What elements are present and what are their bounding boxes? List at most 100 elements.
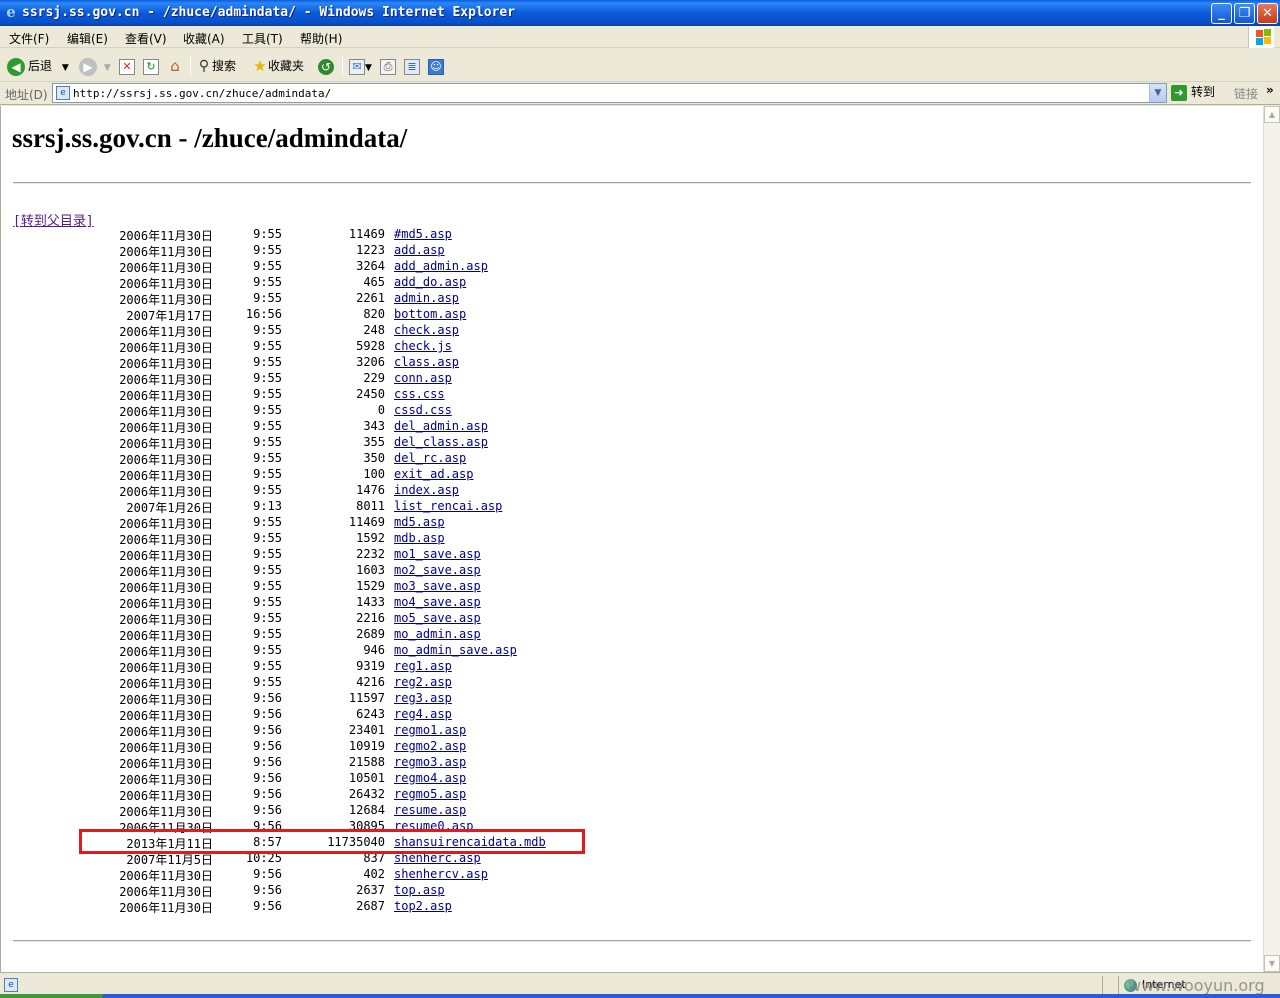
menu-tools[interactable]: 工具(T) (242, 30, 283, 47)
file-link[interactable]: top.asp (394, 883, 445, 897)
vertical-scrollbar[interactable]: ▲ ▼ (1263, 106, 1280, 972)
links-button[interactable]: 链接 (1234, 85, 1258, 102)
file-link[interactable]: admin.asp (394, 291, 459, 305)
file-link[interactable]: reg1.asp (394, 659, 452, 673)
refresh-button[interactable]: ↻ (143, 55, 159, 77)
file-link[interactable]: regmo3.asp (394, 755, 466, 769)
maximize-button[interactable]: ❐ (1234, 3, 1255, 24)
back-dropdown-icon[interactable]: ▼ (62, 63, 69, 73)
file-link[interactable]: del_class.asp (394, 435, 488, 449)
file-link[interactable]: md5.asp (394, 515, 445, 529)
file-date: 2006年11月30日 (119, 805, 213, 819)
file-link[interactable]: regmo5.asp (394, 787, 466, 801)
file-row: 2006年11月30日 9:55 0 cssd.css (1, 403, 701, 419)
highlight-box (79, 829, 585, 854)
file-link[interactable]: add_do.asp (394, 275, 466, 289)
file-link[interactable]: conn.asp (394, 371, 452, 385)
file-size: 11597 (348, 691, 385, 705)
file-link[interactable]: list_rencai.asp (394, 499, 502, 513)
file-date: 2006年11月30日 (119, 229, 213, 243)
file-size: 26432 (348, 787, 385, 801)
file-link[interactable]: mo1_save.asp (394, 547, 481, 561)
file-size: 1603 (356, 563, 385, 577)
menu-view[interactable]: 查看(V) (125, 30, 167, 47)
messenger-button[interactable]: ☺ (428, 55, 444, 77)
file-link[interactable]: index.asp (394, 483, 459, 497)
file-link[interactable]: top2.asp (394, 899, 452, 913)
file-time: 9:55 (253, 483, 282, 497)
menu-favorites[interactable]: 收藏(A) (183, 30, 225, 47)
file-link[interactable]: mo_admin.asp (394, 627, 481, 641)
file-row: 2006年11月30日 9:55 11469 #md5.asp (1, 227, 701, 243)
forward-button[interactable]: ▶ ▼ (79, 55, 111, 77)
ie-logo-icon: e (6, 3, 16, 21)
file-link[interactable]: shenhercv.asp (394, 867, 488, 881)
file-link[interactable]: cssd.css (394, 403, 452, 417)
file-row: 2006年11月30日 9:55 229 conn.asp (1, 371, 701, 387)
forward-arrow-icon: ▶ (79, 57, 97, 76)
file-size: 2232 (356, 547, 385, 561)
file-time: 9:56 (253, 691, 282, 705)
file-link[interactable]: mo_admin_save.asp (394, 643, 517, 657)
file-date: 2006年11月30日 (119, 725, 213, 739)
file-link[interactable]: #md5.asp (394, 227, 452, 241)
scroll-up-icon[interactable]: ▲ (1264, 106, 1280, 123)
file-link[interactable]: check.asp (394, 323, 459, 337)
file-link[interactable]: css.css (394, 387, 445, 401)
file-row: 2006年11月30日 9:56 402 shenhercv.asp (1, 867, 701, 883)
file-row: 2007年1月26日 9:13 8011 list_rencai.asp (1, 499, 701, 515)
menu-edit[interactable]: 编辑(E) (67, 30, 108, 47)
go-button[interactable]: ➜ 转到 (1171, 83, 1215, 103)
file-link[interactable]: mo4_save.asp (394, 595, 481, 609)
address-field[interactable]: e ▼ (52, 83, 1167, 103)
file-link[interactable]: mdb.asp (394, 531, 445, 545)
file-link[interactable]: bottom.asp (394, 307, 466, 321)
history-button[interactable]: ↺ (318, 55, 337, 77)
address-dropdown-icon[interactable]: ▼ (1149, 84, 1166, 102)
stop-button[interactable]: ✕ (119, 55, 135, 77)
file-link[interactable]: del_admin.asp (394, 419, 488, 433)
file-link[interactable]: regmo4.asp (394, 771, 466, 785)
menu-help[interactable]: 帮助(H) (300, 30, 342, 47)
file-size: 1592 (356, 531, 385, 545)
file-link[interactable]: resume.asp (394, 803, 466, 817)
file-size: 11469 (348, 227, 385, 241)
file-row: 2006年11月30日 9:56 10501 regmo4.asp (1, 771, 701, 787)
file-size: 2216 (356, 611, 385, 625)
file-link[interactable]: mo5_save.asp (394, 611, 481, 625)
file-size: 343 (363, 419, 385, 433)
favorites-button[interactable]: ★收藏夹 (252, 55, 304, 77)
close-button[interactable]: ✕ (1257, 3, 1278, 24)
edit-button[interactable]: ≣ (404, 55, 420, 77)
print-icon: ⎙ (380, 58, 396, 75)
file-link[interactable]: reg2.asp (394, 675, 452, 689)
file-link[interactable]: exit_ad.asp (394, 467, 473, 481)
file-link[interactable]: class.asp (394, 355, 459, 369)
file-link[interactable]: reg4.asp (394, 707, 452, 721)
mail-button[interactable]: ✉ ▼ (349, 55, 372, 77)
file-time: 9:56 (253, 771, 282, 785)
file-link[interactable]: regmo1.asp (394, 723, 466, 737)
scroll-down-icon[interactable]: ▼ (1264, 955, 1280, 972)
watermark: www.wooyun.org (1128, 976, 1265, 995)
file-link[interactable]: add_admin.asp (394, 259, 488, 273)
file-link[interactable]: regmo2.asp (394, 739, 466, 753)
file-time: 9:55 (253, 419, 282, 433)
file-link[interactable]: del_rc.asp (394, 451, 466, 465)
links-chevron-icon[interactable]: » (1266, 83, 1274, 97)
file-size: 248 (363, 323, 385, 337)
forward-dropdown-icon: ▼ (103, 63, 111, 73)
file-link[interactable]: reg3.asp (394, 691, 452, 705)
minimize-button[interactable]: _ (1211, 3, 1232, 24)
search-button[interactable]: ⚲ 搜索 (196, 55, 236, 77)
file-link[interactable]: check.js (394, 339, 452, 353)
file-link[interactable]: mo3_save.asp (394, 579, 481, 593)
file-link[interactable]: mo2_save.asp (394, 563, 481, 577)
back-button[interactable]: ◀ 后退 ▼ (7, 55, 69, 77)
address-input[interactable] (73, 85, 1143, 101)
file-time: 9:55 (253, 547, 282, 561)
file-link[interactable]: add.asp (394, 243, 445, 257)
print-button[interactable]: ⎙ (380, 55, 396, 77)
home-button[interactable]: ⌂ (167, 55, 183, 77)
menu-file[interactable]: 文件(F) (9, 30, 49, 47)
